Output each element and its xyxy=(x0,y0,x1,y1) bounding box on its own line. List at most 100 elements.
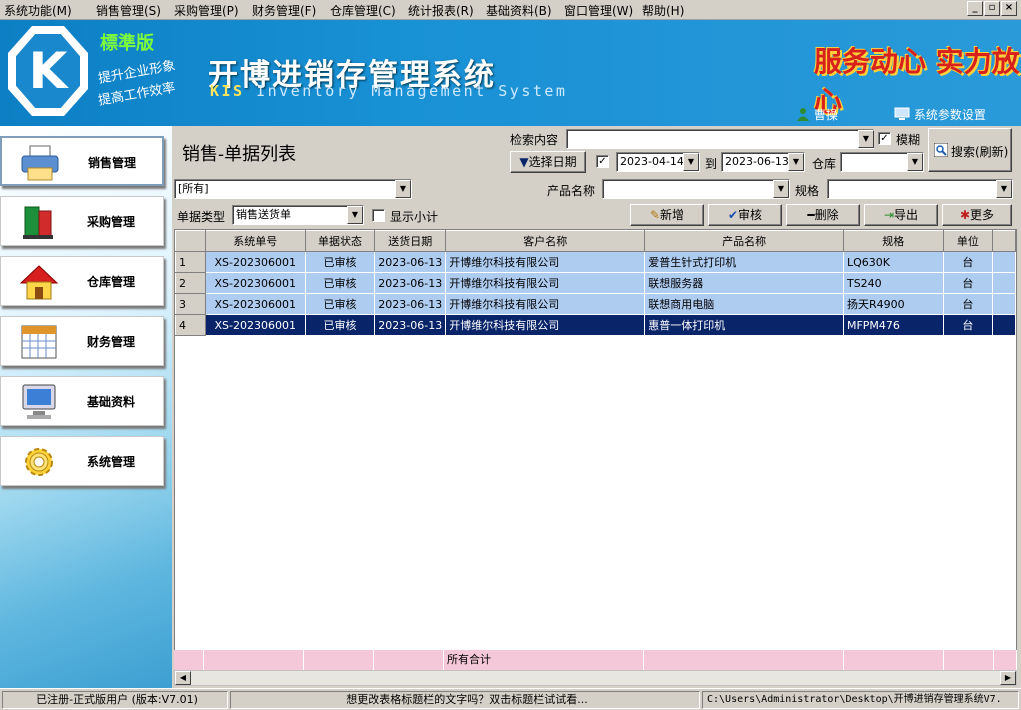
add-button[interactable]: ✎新增 xyxy=(630,204,704,226)
menu-warehouse[interactable]: 仓库管理(C) xyxy=(330,2,396,19)
column-header[interactable]: 客户名称 xyxy=(445,230,646,252)
fuzzy-checkbox[interactable]: ✓ xyxy=(878,132,891,145)
approve-button[interactable]: ✔审核 xyxy=(708,204,782,226)
footer-cell xyxy=(994,650,1017,670)
date-checkbox[interactable]: ✓ xyxy=(596,155,609,168)
row-number[interactable]: 2 xyxy=(175,272,206,294)
doc-type-dropdown[interactable]: ▼ xyxy=(347,206,363,224)
menu-system[interactable]: 系统功能(M) xyxy=(4,2,72,19)
column-header[interactable]: 送货日期 xyxy=(374,230,447,252)
product-label: 产品名称 xyxy=(547,184,596,198)
restore-button[interactable]: ▫ xyxy=(984,1,1000,16)
table-row[interactable]: 3 XS-202306001 已审核 2023-06-13 开博维尔科技有限公司… xyxy=(175,293,1016,315)
horizontal-scrollbar[interactable]: ◀ ▶ xyxy=(174,670,1017,686)
date-to-dropdown[interactable]: ▼ xyxy=(788,153,804,171)
cell-id: XS-202306001 xyxy=(205,293,306,315)
column-header[interactable]: 单位 xyxy=(942,230,994,252)
table-row[interactable]: 2 XS-202306001 已审核 2023-06-13 开博维尔科技有限公司… xyxy=(175,272,1016,294)
cell-customer: 开博维尔科技有限公司 xyxy=(445,251,646,273)
doc-type-select[interactable]: 销售送货单 xyxy=(232,205,364,225)
checkmark-icon: ✔ xyxy=(727,208,739,222)
search-input[interactable] xyxy=(566,129,874,149)
current-user[interactable]: 曹操 xyxy=(796,106,838,123)
system-settings-link[interactable]: 系统参数设置 xyxy=(894,106,986,123)
subtotal-checkbox[interactable] xyxy=(372,209,385,222)
sidebar-item-purchase[interactable]: 采购管理 xyxy=(0,196,164,246)
user-name: 曹操 xyxy=(813,108,838,122)
cell-spec: LQ630K xyxy=(843,251,944,273)
spec-dropdown[interactable]: ▼ xyxy=(996,180,1012,198)
cell-status: 已审核 xyxy=(305,314,376,336)
menu-basic-data[interactable]: 基础资料(B) xyxy=(486,2,552,19)
more-button[interactable]: ✱更多 xyxy=(942,204,1012,226)
menu-purchase[interactable]: 采购管理(P) xyxy=(174,2,239,19)
cell-customer: 开博维尔科技有限公司 xyxy=(445,314,646,336)
menu-window[interactable]: 窗口管理(W) xyxy=(564,2,633,19)
calendar-icon xyxy=(21,325,57,359)
settings-label: 系统参数设置 xyxy=(913,108,986,122)
product-dropdown[interactable]: ▼ xyxy=(773,180,789,198)
search-refresh-button[interactable]: 搜索(刷新) xyxy=(928,128,1012,172)
row-number[interactable]: 3 xyxy=(175,293,206,315)
status-registration: 已注册-正式版用户 (版本:V7.01) xyxy=(2,691,228,709)
minus-icon: ━ xyxy=(807,208,815,222)
printer-icon xyxy=(21,145,59,181)
menu-finance[interactable]: 财务管理(F) xyxy=(252,2,316,19)
sidebar-item-sales[interactable]: 销售管理 xyxy=(0,136,164,186)
close-button[interactable]: × xyxy=(1001,1,1017,16)
warehouse-dropdown[interactable]: ▼ xyxy=(907,153,923,171)
cell-filler xyxy=(992,272,1016,294)
filter-all-dropdown[interactable]: ▼ xyxy=(395,180,411,198)
cell-date: 2023-06-13 xyxy=(374,272,447,294)
sidebar-item-warehouse[interactable]: 仓库管理 xyxy=(0,256,164,306)
row-number-header[interactable] xyxy=(175,230,206,252)
export-button[interactable]: ⇥导出 xyxy=(864,204,938,226)
product-select[interactable] xyxy=(602,179,790,199)
select-date-button[interactable]: ▼选择日期 xyxy=(510,151,586,173)
scroll-right-arrow-icon[interactable]: ▶ xyxy=(1000,671,1016,685)
sidebar-label-basic-data: 基础资料 xyxy=(87,395,136,409)
edition-label: 標準版 xyxy=(100,33,154,54)
cell-product: 联想商用电脑 xyxy=(644,293,844,315)
table-footer-totals: 所有合计 xyxy=(174,650,1017,670)
cell-status: 已审核 xyxy=(305,293,376,315)
spec-select[interactable] xyxy=(827,179,1013,199)
date-from-dropdown[interactable]: ▼ xyxy=(683,153,699,171)
cell-unit: 台 xyxy=(943,314,994,336)
cell-unit: 台 xyxy=(943,272,994,294)
sidebar-label-warehouse: 仓库管理 xyxy=(87,275,136,289)
delete-button[interactable]: ━删除 xyxy=(786,204,860,226)
sidebar-item-basic-data[interactable]: 基础资料 xyxy=(0,376,164,426)
table-row-selected[interactable]: 4 XS-202306001 已审核 2023-06-13 开博维尔科技有限公司… xyxy=(175,314,1016,336)
main-panel: 销售-单据列表 检索内容 ▼ ✓ 模糊 搜索(刷新) ▼选择日期 ✓ 2023-… xyxy=(172,126,1021,688)
column-header[interactable]: 单据状态 xyxy=(304,230,376,252)
cell-status: 已审核 xyxy=(305,251,376,273)
cell-spec: MFPM476 xyxy=(843,314,944,336)
to-label: 到 xyxy=(705,157,718,171)
table-row[interactable]: 1 XS-202306001 已审核 2023-06-13 开博维尔科技有限公司… xyxy=(175,251,1016,273)
row-number[interactable]: 4 xyxy=(175,314,206,336)
column-header[interactable]: 系统单号 xyxy=(204,230,306,252)
filter-all-select[interactable]: [所有] xyxy=(174,179,412,199)
menu-sales[interactable]: 销售管理(S) xyxy=(96,2,161,19)
menu-bar: 系统功能(M) 销售管理(S) 采购管理(P) 财务管理(F) 仓库管理(C) … xyxy=(0,0,1021,20)
status-tip: 想更改表格标题栏的文字吗？双击标题栏试试看... xyxy=(230,691,700,709)
cell-product: 爱普生针式打印机 xyxy=(644,251,844,273)
menu-reports[interactable]: 统计报表(R) xyxy=(408,2,474,19)
monitor-icon xyxy=(22,384,56,419)
sidebar-item-system[interactable]: 系统管理 xyxy=(0,436,164,486)
cell-id: XS-202306001 xyxy=(205,272,306,294)
gear-icon xyxy=(25,448,53,476)
column-header[interactable]: 规格 xyxy=(842,230,944,252)
scroll-left-arrow-icon[interactable]: ◀ xyxy=(175,671,191,685)
cell-filler xyxy=(992,314,1016,336)
column-header[interactable]: 产品名称 xyxy=(644,230,844,252)
menu-help[interactable]: 帮助(H) xyxy=(642,2,684,19)
footer-cell xyxy=(174,650,204,670)
minimize-button[interactable]: _ xyxy=(967,1,983,16)
books-icon xyxy=(23,206,53,239)
row-number[interactable]: 1 xyxy=(175,251,206,273)
sidebar-item-finance[interactable]: 财务管理 xyxy=(0,316,164,366)
user-icon xyxy=(797,108,809,121)
search-dropdown[interactable]: ▼ xyxy=(858,130,874,148)
